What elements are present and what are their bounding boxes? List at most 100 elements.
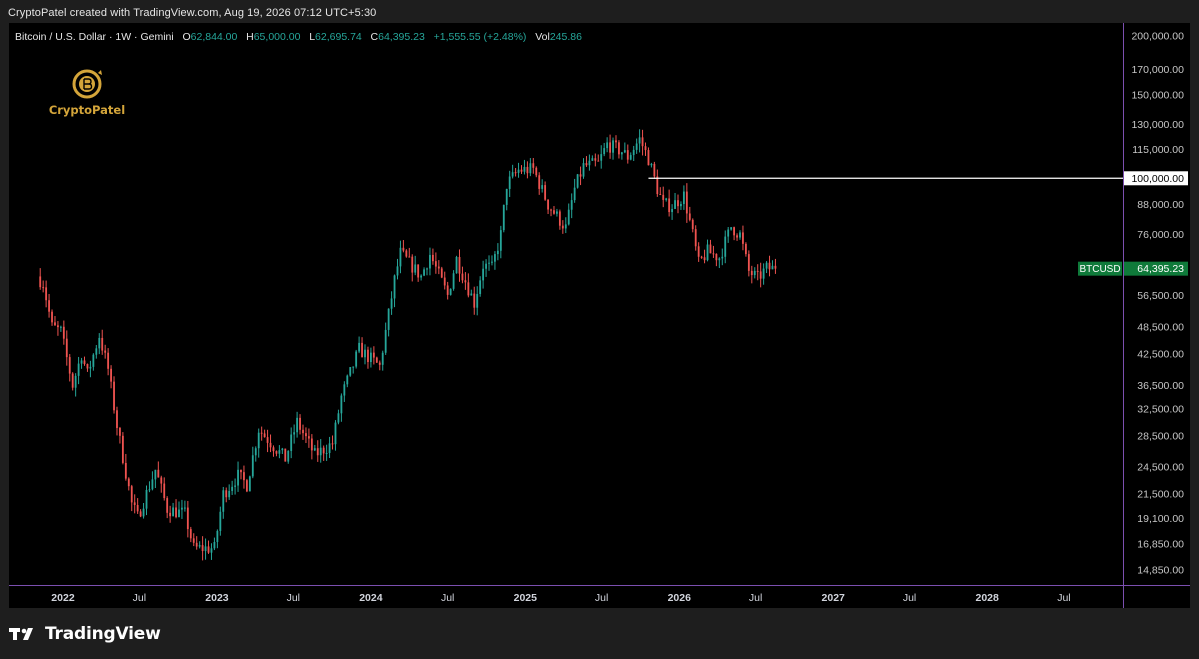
candle-body <box>709 244 712 254</box>
open-value: 62,844.00 <box>190 31 238 43</box>
candle-body <box>688 213 691 220</box>
candle-body <box>499 230 502 251</box>
close-value: 64,395.23 <box>378 31 425 43</box>
candle-body <box>178 509 180 518</box>
price-tick-label: 32,500.00 <box>1137 404 1184 416</box>
candle-body <box>186 507 189 530</box>
candle-body <box>68 357 71 374</box>
time-tick-label: Jul <box>903 592 916 604</box>
candle-body <box>697 246 700 257</box>
candle-body <box>136 504 139 512</box>
candle-body <box>756 270 759 272</box>
candle-body <box>340 395 343 414</box>
price-tick-label: 115,000.00 <box>1132 144 1184 156</box>
candle-body <box>727 229 730 237</box>
candle-body <box>228 490 231 498</box>
candle-body <box>119 427 121 436</box>
candle-body <box>237 469 239 486</box>
candle-body <box>225 490 228 498</box>
candle-body <box>638 137 641 144</box>
candle-body <box>662 194 665 200</box>
candle-body <box>166 498 169 513</box>
candle-body <box>603 148 606 155</box>
time-tick-label: Jul <box>595 592 608 604</box>
candle-body <box>774 265 777 269</box>
candle-body <box>104 350 107 353</box>
time-tick-label: 2025 <box>514 592 538 604</box>
candle-body <box>744 243 747 255</box>
candle-body <box>83 360 86 365</box>
candle-body <box>222 490 225 512</box>
price-tick-label: 24,500.00 <box>1137 462 1184 474</box>
candle-body <box>358 342 361 352</box>
candle-body <box>275 451 278 454</box>
candle-body <box>443 277 446 286</box>
candle-body <box>768 262 771 270</box>
candle-body <box>449 288 452 295</box>
candle-body <box>736 235 738 238</box>
candle-body <box>446 285 449 295</box>
candle-body <box>183 507 186 509</box>
candle-body <box>523 166 526 172</box>
candle-body <box>142 508 145 517</box>
candle-body <box>192 538 195 543</box>
candle-body <box>582 163 585 177</box>
candle-body <box>272 447 275 452</box>
logo-text: CryptoPatel <box>48 103 126 117</box>
candle-body <box>600 154 603 161</box>
time-tick-label: 2028 <box>975 592 999 604</box>
candle-body <box>437 266 440 269</box>
candlestick-chart[interactable]: 200,000.00 170,000.00 150,000.00 130,000.00… <box>9 23 1190 608</box>
candle-body <box>644 146 647 151</box>
candle-body <box>656 176 659 195</box>
candle-body <box>712 253 715 255</box>
candle-body <box>455 256 458 274</box>
candle-body <box>151 479 154 490</box>
candle-body <box>691 219 694 230</box>
candle-body <box>399 247 402 267</box>
candle-body <box>762 268 765 279</box>
candle-body <box>59 326 62 328</box>
candle-body <box>296 417 299 433</box>
candle-body <box>553 210 555 214</box>
candle-body <box>189 529 192 539</box>
candle-body <box>458 256 461 274</box>
candle-body <box>588 160 591 166</box>
open-label: O <box>182 31 191 43</box>
candle-body <box>175 507 177 518</box>
candle-body <box>547 199 549 210</box>
candle-body <box>576 174 579 188</box>
candle-body <box>293 432 296 435</box>
candle-body <box>248 476 251 492</box>
candle-body <box>316 448 319 456</box>
candle-body <box>322 447 325 454</box>
candle-body <box>715 253 718 261</box>
candle-body <box>470 293 473 296</box>
candle-body <box>665 198 668 200</box>
candle-body <box>514 172 517 174</box>
low-value: 62,695.74 <box>315 31 362 43</box>
candle-body <box>558 211 561 226</box>
tradingview-footer[interactable]: TradingView <box>9 622 161 646</box>
candle-body <box>210 548 213 553</box>
candle-body <box>426 268 428 270</box>
candle-body <box>266 437 269 443</box>
candle-body <box>432 254 434 262</box>
candle-body <box>74 375 77 388</box>
candle-body <box>721 256 724 259</box>
close-label: C <box>370 31 379 43</box>
candle-body <box>65 338 68 358</box>
candle-body <box>653 163 656 177</box>
candle-body <box>473 293 476 308</box>
time-tick-label: 2024 <box>359 592 383 604</box>
candle-body <box>92 354 95 367</box>
candle-body <box>260 432 263 434</box>
candle-body <box>172 507 174 517</box>
time-tick-label: Jul <box>287 592 300 604</box>
chart-frame[interactable]: 200,000.00 170,000.00 150,000.00 130,000.00… <box>9 23 1190 608</box>
candle-body <box>538 175 541 189</box>
tradingview-brand: TradingView <box>45 624 161 644</box>
price-tick-label: 21,500.00 <box>1137 488 1184 500</box>
price-tick-label: 19,100.00 <box>1137 513 1184 525</box>
symbol-label: Bitcoin / U.S. Dollar · 1W · Gemini <box>15 31 174 43</box>
